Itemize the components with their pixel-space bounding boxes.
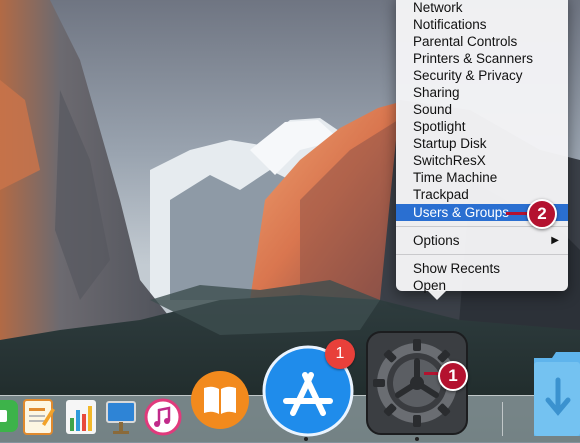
options-label: Options [413, 233, 460, 248]
menu-item-switchresx[interactable]: SwitchResX [396, 152, 568, 169]
dock-divider [502, 402, 503, 436]
submenu-arrow-icon: ▶ [551, 235, 559, 246]
menu-pointer [427, 290, 447, 300]
dock-app-keynote[interactable] [104, 398, 138, 436]
menu-item-time-machine[interactable]: Time Machine [396, 169, 568, 186]
context-menu: Network Notifications Parental Controls … [396, 0, 568, 294]
numbers-icon [66, 400, 96, 434]
dock-app-pages[interactable] [22, 398, 56, 436]
facetime-icon [0, 400, 18, 432]
menu-item-options[interactable]: Options ▶ [396, 232, 568, 249]
menu-item-parental-controls[interactable]: Parental Controls [396, 33, 568, 50]
callout-step-2: 2 [527, 199, 557, 229]
ibooks-icon [191, 371, 249, 429]
dock-app-itunes[interactable] [144, 398, 182, 436]
menu-item-printers-scanners[interactable]: Printers & Scanners [396, 50, 568, 67]
menu-item-notifications[interactable]: Notifications [396, 16, 568, 33]
dock-folder-downloads[interactable] [530, 350, 580, 438]
running-indicator [304, 437, 308, 441]
pages-icon [23, 399, 55, 435]
itunes-icon [144, 398, 182, 436]
dock-app-numbers[interactable] [64, 398, 98, 436]
menu-item-spotlight[interactable]: Spotlight [396, 118, 568, 135]
app-store-update-badge: 1 [325, 339, 355, 369]
running-indicator [415, 437, 419, 441]
keynote-icon [106, 401, 136, 434]
menu-item-startup-disk[interactable]: Startup Disk [396, 135, 568, 152]
callout-step-1: 1 [438, 361, 468, 391]
menu-item-network[interactable]: Network [396, 0, 568, 16]
menu-item-sharing[interactable]: Sharing [396, 84, 568, 101]
dock-app-facetime[interactable] [0, 396, 18, 436]
menu-separator [396, 254, 568, 255]
folder-icon [534, 352, 580, 436]
callout-2-line [506, 212, 528, 215]
menu-item-sound[interactable]: Sound [396, 101, 568, 118]
menu-item-security-privacy[interactable]: Security & Privacy [396, 67, 568, 84]
dock-app-ibooks[interactable] [190, 370, 250, 430]
menu-item-open[interactable]: Open [396, 277, 568, 294]
menu-item-show-recents[interactable]: Show Recents [396, 260, 568, 277]
